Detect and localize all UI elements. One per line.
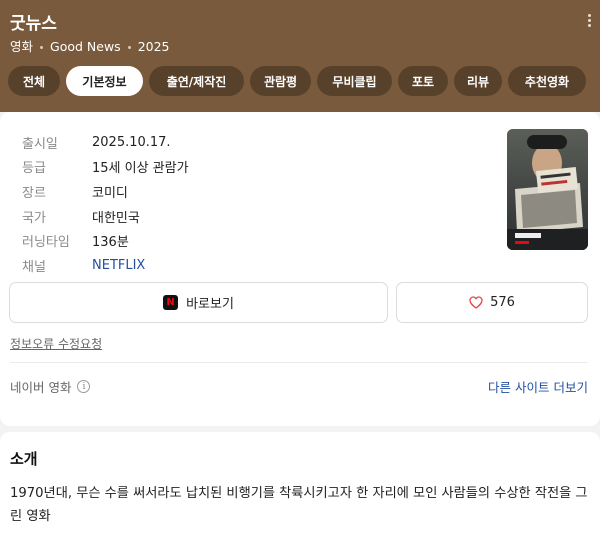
info-list: 출시일 2025.10.17. 등급 15세 이상 관람가 장르 코미디 국가 …: [22, 130, 189, 278]
poster-image: [507, 129, 588, 250]
info-row-rating: 등급 15세 이상 관람가: [22, 155, 189, 180]
netflix-icon: N: [163, 295, 179, 310]
meta-title-en: Good News: [50, 39, 121, 54]
info-key: 출시일: [22, 136, 58, 152]
meta-year: 2025: [137, 39, 170, 54]
other-sites-link[interactable]: 다른 사이트 더보기: [488, 377, 588, 396]
info-value: 코미디: [92, 185, 128, 201]
tab-basic-info[interactable]: 기본정보: [66, 66, 143, 96]
channel-link[interactable]: NETFLIX: [92, 258, 145, 273]
info-value: 대한민국: [92, 210, 140, 226]
watch-label: 바로보기: [186, 297, 234, 312]
info-key: 장르: [22, 185, 46, 201]
separator-dot: [127, 46, 131, 49]
tab-recommended[interactable]: 추천영화: [508, 66, 586, 96]
info-row-genre: 장르 코미디: [22, 179, 189, 204]
info-icon[interactable]: i: [77, 380, 91, 393]
report-error-link[interactable]: 정보오류 수정요청: [10, 335, 102, 352]
intro-card: 소개 1970년대, 무슨 수를 써서라도 납치된 비행기를 착륙시키고자 한 …: [0, 432, 600, 534]
info-value: 136분: [92, 235, 129, 251]
movie-poster[interactable]: [507, 129, 588, 250]
tab-movie-clips[interactable]: 무비클립: [317, 66, 392, 96]
basic-info-card: 출시일 2025.10.17. 등급 15세 이상 관람가 장르 코미디 국가 …: [0, 112, 600, 426]
tab-all[interactable]: 전체: [8, 66, 60, 96]
section-title: 소개: [10, 450, 38, 468]
separator-dot: [40, 46, 44, 49]
heart-icon: [469, 296, 483, 309]
watch-button[interactable]: N 바로보기: [9, 282, 388, 323]
divider: [10, 362, 588, 363]
info-row-channel: 채널 NETFLIX: [22, 253, 189, 278]
meta-type: 영화: [10, 39, 34, 54]
info-key: 러닝타임: [22, 235, 70, 251]
info-row-runtime: 러닝타임 136분: [22, 228, 189, 253]
info-row-release: 출시일 2025.10.17.: [22, 130, 189, 155]
info-key: 채널: [22, 259, 46, 275]
info-row-country: 국가 대한민국: [22, 204, 189, 229]
header: 굿뉴스 영화 Good News 2025 전체 기본정보 출연/제작진 관람평 무…: [0, 0, 600, 112]
tab-cast-crew[interactable]: 출연/제작진: [149, 66, 244, 96]
source-label: 네이버 영화 i: [10, 377, 91, 396]
meta-line: 영화 Good News 2025: [10, 36, 170, 55]
info-value: 2025.10.17.: [92, 134, 171, 150]
tab-bar: 전체 기본정보 출연/제작진 관람평 무비클립 포토 리뷰 추천영화: [8, 66, 586, 96]
source-name: 네이버 영화: [10, 380, 72, 395]
info-key: 국가: [22, 210, 46, 226]
like-count: 576: [490, 295, 515, 310]
tab-photos[interactable]: 포토: [398, 66, 448, 96]
more-options-icon[interactable]: [586, 14, 592, 30]
page-title: 굿뉴스: [10, 14, 57, 34]
like-button[interactable]: 576: [396, 282, 588, 323]
tab-reviews-rating[interactable]: 관람평: [250, 66, 311, 96]
info-key: 등급: [22, 161, 46, 177]
info-value: 15세 이상 관람가: [92, 161, 189, 177]
synopsis-text: 1970년대, 무슨 수를 써서라도 납치된 비행기를 착륙시키고자 한 자리에…: [10, 486, 588, 524]
tab-review[interactable]: 리뷰: [454, 66, 502, 96]
